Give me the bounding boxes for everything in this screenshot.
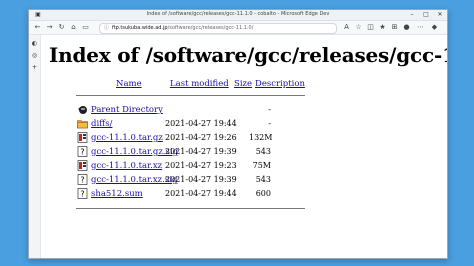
entry-size: - <box>268 119 271 128</box>
entry-date: 2021-04-27 19:26 <box>165 133 237 142</box>
browser-sidebar: ◐ ◎ + <box>29 35 41 258</box>
entry-size: 75M <box>252 161 271 170</box>
profile-icon[interactable]: ● <box>401 22 412 33</box>
title-bar: Index of /software/gcc/releases/gcc-11.1… <box>29 10 447 21</box>
close-button[interactable]: ✕ <box>433 10 447 20</box>
url-host: ftp.tsukuba.wide.ad.jp <box>112 25 168 31</box>
url-path: /software/gcc/releases/gcc-11.1.0/ <box>167 25 254 31</box>
svg-text:?: ? <box>80 190 84 199</box>
entry-size: - <box>268 105 271 114</box>
entry-date: 2021-04-27 19:44 <box>165 189 237 198</box>
archive-icon <box>77 132 88 143</box>
tab-actions-icon[interactable]: ▣ <box>31 10 45 20</box>
entry-date: 2021-04-27 19:39 <box>165 147 237 156</box>
unknown-file-icon: ? <box>77 146 88 157</box>
footer-divider <box>76 208 305 209</box>
collections-icon[interactable]: ⊞ <box>389 22 400 33</box>
info-icon[interactable]: ⓘ <box>104 25 109 31</box>
maximize-button[interactable]: □ <box>419 10 433 20</box>
entry-size: 600 <box>255 189 271 198</box>
listing-row: Parent Directory - <box>77 103 317 115</box>
refresh-button[interactable]: ↻ <box>56 22 67 33</box>
page-title: Index of /software/gcc/releases/gcc-11.1… <box>49 43 447 67</box>
window-title: Index of /software/gcc/releases/gcc-11.1… <box>146 11 330 17</box>
minimize-button[interactable]: – <box>405 10 419 20</box>
entry-date: 2021-04-27 19:23 <box>165 161 237 170</box>
sidebar-add-icon[interactable]: + <box>30 63 39 72</box>
listing-row: diffs/ 2021-04-27 19:44 - <box>77 117 317 129</box>
home-button[interactable]: ⌂ <box>68 22 79 33</box>
entry-size: 543 <box>255 147 271 156</box>
entry-link[interactable]: diffs/ <box>91 119 112 129</box>
tab-button[interactable]: ▭ <box>80 22 91 33</box>
entry-link[interactable]: sha512.sum <box>91 189 143 199</box>
copilot-icon[interactable]: ◆ <box>429 22 440 33</box>
back-button[interactable]: ← <box>32 22 43 33</box>
entry-link[interactable]: gcc-11.1.0.tar.xz <box>91 161 162 171</box>
svg-text:?: ? <box>80 176 84 185</box>
sidebar-search-icon[interactable]: ◎ <box>30 51 39 60</box>
entry-size: 543 <box>255 175 271 184</box>
column-last-modified-link[interactable]: Last modified <box>170 79 229 89</box>
browser-window: Index of /software/gcc/releases/gcc-11.1… <box>28 9 448 259</box>
sidebar-copilot-icon[interactable]: ◐ <box>30 39 39 48</box>
listing-row: ? gcc-11.1.0.tar.gz.sig 2021-04-27 19:39… <box>77 145 317 157</box>
favorite-star-icon[interactable]: ☆ <box>353 22 364 33</box>
split-screen-icon[interactable]: ◫ <box>365 22 376 33</box>
read-aloud-icon[interactable]: A <box>341 22 352 33</box>
listing-row: ? gcc-11.1.0.tar.xz.sig 2021-04-27 19:39… <box>77 173 317 185</box>
listing-row: gcc-11.1.0.tar.xz 2021-04-27 19:23 75M <box>77 159 317 171</box>
entry-date: 2021-04-27 19:39 <box>165 175 237 184</box>
unknown-file-icon: ? <box>77 174 88 185</box>
address-bar[interactable]: ⓘ ftp.tsukuba.wide.ad.jp/software/gcc/rel… <box>99 23 337 34</box>
more-menu-icon[interactable]: ⋯ <box>415 22 426 33</box>
header-divider <box>76 95 305 96</box>
listing-row: ? sha512.sum 2021-04-27 19:44 600 <box>77 187 317 199</box>
column-name-link[interactable]: Name <box>116 79 142 89</box>
svg-text:?: ? <box>80 148 84 157</box>
forward-button[interactable]: → <box>44 22 55 33</box>
entry-size: 132M <box>249 133 273 142</box>
column-description-link[interactable]: Description <box>255 79 305 89</box>
favorites-icon[interactable]: ★ <box>377 22 388 33</box>
unknown-file-icon: ? <box>77 188 88 199</box>
column-size-link[interactable]: Size <box>234 79 252 89</box>
entry-link[interactable]: Parent Directory <box>91 105 163 115</box>
page-content: Index of /software/gcc/releases/gcc-11.1… <box>41 35 447 258</box>
archive-icon <box>77 160 88 171</box>
entry-link[interactable]: gcc-11.1.0.tar.gz <box>91 133 163 143</box>
entry-date: 2021-04-27 19:44 <box>165 119 237 128</box>
listing-row: gcc-11.1.0.tar.gz 2021-04-27 19:26 132M <box>77 131 317 143</box>
browser-toolbar: ← → ↻ ⌂ ▭ ⓘ ftp.tsukuba.wide.ad.jp/softwa… <box>29 21 447 35</box>
folder-icon <box>77 120 88 129</box>
back-icon <box>77 104 88 115</box>
